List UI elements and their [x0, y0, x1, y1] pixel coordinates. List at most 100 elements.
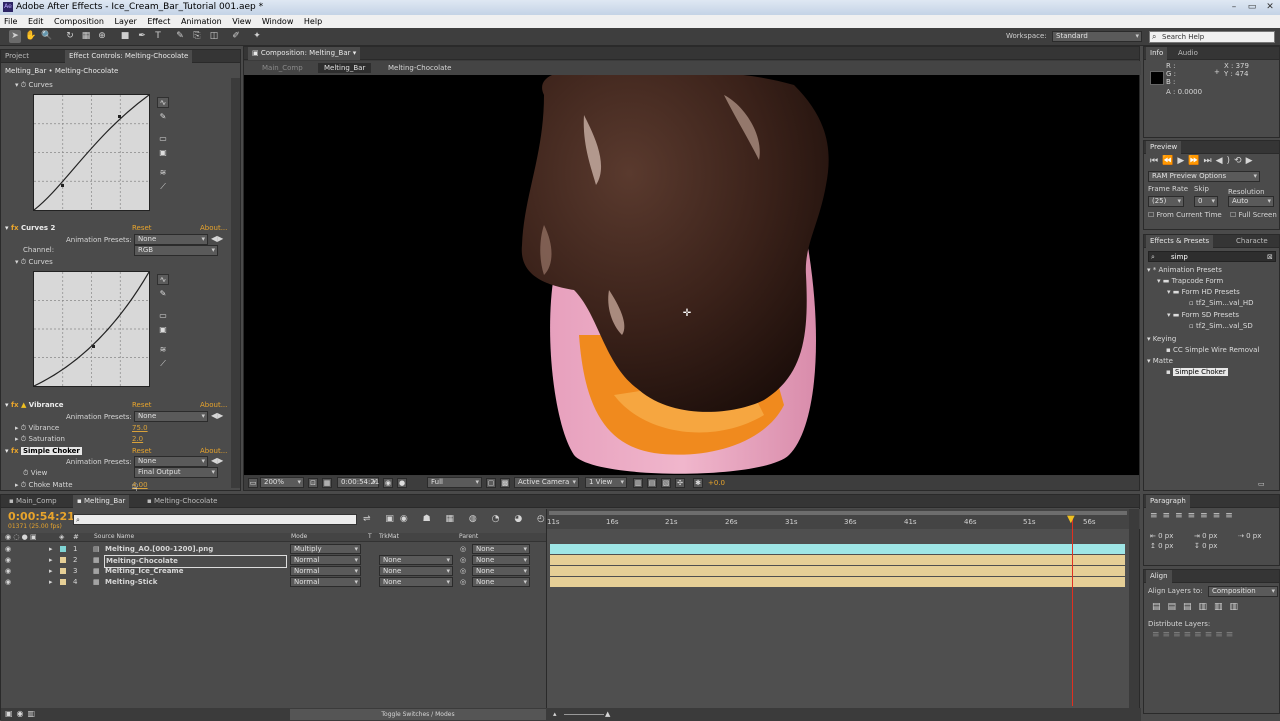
- pickwhip-icon[interactable]: ◎: [460, 555, 466, 566]
- tab-composition[interactable]: ▣ Composition: Melting_Bar ▾: [248, 47, 361, 60]
- anim-presets-arrows-icon[interactable]: ◀▶: [211, 411, 223, 420]
- zoom-tool-icon[interactable]: 🔍: [41, 30, 53, 43]
- indent-left[interactable]: ⇤ 0 px: [1150, 531, 1173, 541]
- view-layout-dropdown[interactable]: 1 View: [585, 477, 627, 488]
- brush-tool-icon[interactable]: ✎: [174, 30, 186, 43]
- pixel-aspect-icon[interactable]: ▥: [633, 478, 643, 488]
- tree-form-sd[interactable]: ▾ ▬ Form SD Presets: [1167, 310, 1239, 321]
- expand-icon[interactable]: ▸: [49, 544, 53, 555]
- blend-mode-dropdown[interactable]: Normal: [290, 577, 361, 587]
- layer-bar[interactable]: [550, 577, 1125, 587]
- stopwatch-icon[interactable]: ⏱: [23, 469, 28, 477]
- blend-mode-dropdown[interactable]: Normal: [290, 555, 361, 565]
- camera-tool-icon[interactable]: ▦: [80, 30, 92, 43]
- hand-tool-icon[interactable]: ✋: [25, 30, 37, 43]
- timeline-scrollbar[interactable]: [1129, 509, 1139, 721]
- first-frame-icon[interactable]: ⏮: [1150, 156, 1162, 166]
- align-buttons[interactable]: ▤▤▤▥▥▥: [1152, 602, 1245, 612]
- flowchart-icon[interactable]: ✣: [675, 478, 685, 488]
- vibrance-anim-dropdown[interactable]: None: [134, 411, 208, 422]
- tab-audio[interactable]: Audio: [1174, 47, 1202, 60]
- effects-search-input[interactable]: ⌕ simp ⊠: [1148, 251, 1276, 262]
- save-2-icon[interactable]: ▣: [157, 325, 169, 336]
- toggle-switches-modes[interactable]: Toggle Switches / Modes: [290, 709, 546, 720]
- full-screen-checkbox[interactable]: ☐ Full Screen: [1230, 210, 1277, 220]
- expand-icon[interactable]: ▸: [49, 555, 53, 566]
- tree-keying[interactable]: ▾ Keying: [1147, 334, 1176, 345]
- indent-first[interactable]: ⇢ 0 px: [1238, 531, 1261, 541]
- effect-scrollbar[interactable]: [231, 78, 240, 488]
- menu-effect[interactable]: Effect: [143, 15, 174, 28]
- curves-2-reset[interactable]: Reset: [132, 223, 152, 233]
- time-ruler[interactable]: 11s 16s 21s 26s 31s 36s 41s 46s 51s 56s: [547, 509, 1140, 529]
- roto-brush-tool-icon[interactable]: ✐: [230, 30, 242, 43]
- loop-icon[interactable]: ⟲: [1234, 156, 1246, 166]
- tree-tf2-sd[interactable]: ▫ tf2_Sim...val_SD: [1189, 321, 1253, 332]
- view-dropdown[interactable]: Final Output: [134, 467, 218, 478]
- rotate-tool-icon[interactable]: ↻: [64, 30, 76, 43]
- pencil-icon[interactable]: ✎: [157, 112, 169, 123]
- layer-row[interactable]: ◉ ▸ 4 ▦ Melting-Stick Normal None ◎ None: [1, 577, 546, 588]
- comp-viewer[interactable]: ✛: [244, 75, 1139, 475]
- layer-name[interactable]: Melting-Stick: [105, 577, 157, 588]
- zoom-slider[interactable]: [564, 714, 604, 715]
- type-tool-icon[interactable]: T: [152, 30, 164, 43]
- reset-curve-icon[interactable]: ⟋: [157, 182, 169, 193]
- prev-frame-icon[interactable]: ⏪: [1162, 156, 1177, 166]
- trkmat-dropdown[interactable]: None: [379, 577, 453, 587]
- smooth-icon[interactable]: ≋: [157, 168, 169, 179]
- curves-2-graph[interactable]: [33, 271, 150, 387]
- safe-zones-icon[interactable]: ⊡: [308, 478, 318, 488]
- search-help-input[interactable]: Search Help: [1149, 31, 1275, 43]
- menu-window[interactable]: Window: [258, 15, 298, 28]
- eye-icon[interactable]: ◉: [5, 577, 11, 588]
- tab-melting-bar[interactable]: ▪ Melting_Bar: [73, 495, 130, 508]
- menu-file[interactable]: File: [0, 15, 21, 28]
- layer-bar[interactable]: [550, 555, 1125, 565]
- ram-preview-dropdown[interactable]: RAM Preview Options: [1148, 171, 1260, 182]
- layer-row[interactable]: ◉ ▸ 2 ▦ Melting-Chocolate Normal None ◎ …: [1, 555, 546, 568]
- label-color[interactable]: [60, 557, 66, 563]
- expand-icon[interactable]: ▸: [49, 566, 53, 577]
- tab-paragraph[interactable]: Paragraph: [1146, 495, 1190, 508]
- region-of-interest-icon[interactable]: ▢: [486, 478, 496, 488]
- smooth-2-icon[interactable]: ≋: [157, 345, 169, 356]
- tree-trapcode-form[interactable]: ▾ ▬ Trapcode Form: [1157, 276, 1223, 287]
- anim-presets-arrows-icon[interactable]: ◀▶: [211, 456, 223, 465]
- last-frame-icon[interactable]: ⏭: [1203, 156, 1215, 166]
- layer-row[interactable]: ◉ ▸ 3 ▦ Melting_Ice_Creame Normal None ◎…: [1, 566, 546, 577]
- show-channel-icon[interactable]: ●: [397, 478, 407, 488]
- save-icon[interactable]: ▣: [157, 148, 169, 159]
- choker-reset[interactable]: Reset: [132, 446, 152, 456]
- open-folder-2-icon[interactable]: ▭: [157, 311, 169, 322]
- vibrance-value[interactable]: 75.0: [132, 423, 148, 433]
- stopwatch-icon[interactable]: ⏱: [21, 435, 26, 443]
- timeline-timecode[interactable]: 0:00:54:21: [8, 510, 75, 523]
- reset-curve-2-icon[interactable]: ⟋: [157, 359, 169, 370]
- curves-1-toggle[interactable]: ▾ ⏱ Curves: [15, 80, 53, 90]
- pencil-2-icon[interactable]: ✎: [157, 289, 169, 300]
- blend-mode-dropdown[interactable]: Multiply: [290, 544, 361, 554]
- tree-tf2-hd[interactable]: ▫ tf2_Sim...val_HD: [1189, 298, 1254, 309]
- parent-dropdown[interactable]: None: [472, 566, 530, 576]
- vibrance-about[interactable]: About...: [200, 400, 227, 410]
- timeline-graph-area[interactable]: 11s 16s 21s 26s 31s 36s 41s 46s 51s 56s …: [546, 509, 1140, 721]
- layer-row[interactable]: ◉ ▸ 1 ▤ Melting_AO.[000-1200].png Multip…: [1, 544, 546, 555]
- work-area-bar[interactable]: [549, 511, 1127, 515]
- curves-1-graph[interactable]: [33, 94, 150, 211]
- crumb-main-comp[interactable]: Main_Comp: [262, 63, 303, 73]
- grid-icon[interactable]: ▦: [322, 478, 332, 488]
- curves-2-header[interactable]: ▾ fx Curves 2: [5, 223, 55, 233]
- frame-rate-dropdown[interactable]: (25): [1148, 196, 1184, 207]
- menu-view[interactable]: View: [228, 15, 255, 28]
- fast-previews-icon[interactable]: ▤: [647, 478, 657, 488]
- mute-icon[interactable]: ◀): [1216, 156, 1234, 166]
- current-time-display[interactable]: 0:00:54:21: [337, 477, 379, 488]
- menu-animation[interactable]: Animation: [177, 15, 226, 28]
- label-color[interactable]: [60, 568, 66, 574]
- parent-dropdown[interactable]: None: [472, 544, 530, 554]
- pickwhip-icon[interactable]: ◎: [460, 544, 466, 555]
- tree-simple-choker[interactable]: ▪ Simple Choker: [1166, 367, 1228, 378]
- crumb-melting-chocolate[interactable]: Melting-Chocolate: [388, 63, 451, 73]
- tab-align[interactable]: Align: [1146, 570, 1172, 583]
